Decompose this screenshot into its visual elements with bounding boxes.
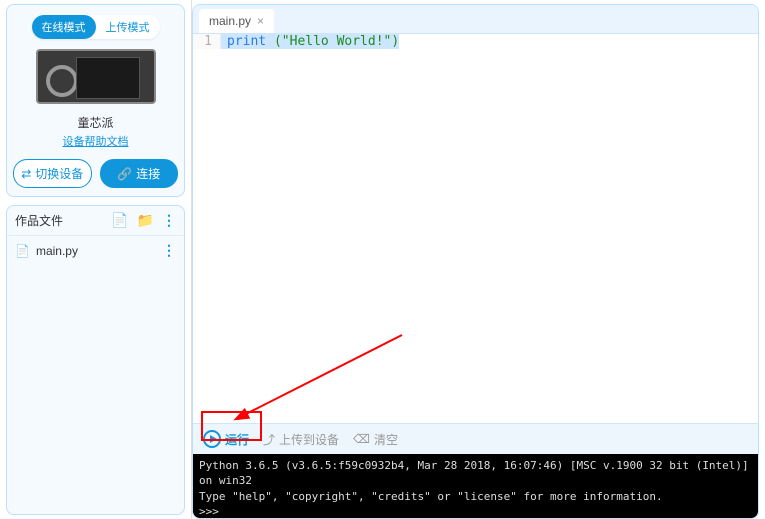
code-line-1: print ("Hello World!") (221, 34, 399, 49)
files-header: 作品文件 📄 📁 ⋮ (7, 206, 184, 236)
terminal-prompt: >>> (199, 504, 752, 518)
main-area: main.py × 1 print ("Hello World!") 运行 ⤴ … (192, 4, 759, 519)
terminal-line: Python 3.6.5 (v3.6.5:f59c0932b4, Mar 28 … (199, 458, 752, 489)
files-title: 作品文件 (15, 212, 111, 229)
mode-online-button[interactable]: 在线模式 (32, 15, 96, 39)
switch-device-button[interactable]: ⇄ 切换设备 (13, 159, 92, 188)
clear-label: 清空 (374, 431, 398, 448)
tab-bar: main.py × (193, 5, 758, 34)
file-more-icon[interactable]: ⋮ (162, 242, 176, 259)
run-button[interactable]: 运行 (203, 430, 249, 448)
new-file-icon[interactable]: 📄 (111, 212, 128, 229)
mode-upload-button[interactable]: 上传模式 (96, 15, 160, 39)
line-number: 1 (193, 34, 221, 49)
switch-device-label: 切换设备 (35, 165, 83, 182)
terminal-output[interactable]: Python 3.6.5 (v3.6.5:f59c0932b4, Mar 28 … (193, 454, 758, 518)
clear-button[interactable]: ⌫ 清空 (353, 431, 398, 448)
link-icon: 🔗 (117, 167, 132, 181)
action-bar: 运行 ⤴ 上传到设备 ⌫ 清空 (193, 423, 758, 454)
tab-close-icon[interactable]: × (257, 14, 264, 28)
file-name: main.py (36, 244, 162, 258)
connect-label: 连接 (136, 165, 160, 182)
code-editor[interactable]: 1 print ("Hello World!") (193, 34, 758, 423)
python-file-icon: 📄 (15, 244, 30, 258)
upload-icon: ⤴ (263, 431, 275, 448)
device-panel: 在线模式 上传模式 童芯派 设备帮助文档 ⇄ 切换设备 🔗 连接 (6, 4, 185, 197)
run-label: 运行 (225, 431, 249, 448)
device-image (36, 49, 156, 104)
clear-icon: ⌫ (353, 432, 370, 446)
play-icon (203, 430, 221, 448)
tab-label: main.py (209, 14, 251, 28)
upload-label: 上传到设备 (279, 431, 339, 448)
upload-to-device-button[interactable]: ⤴ 上传到设备 (263, 431, 339, 448)
file-item[interactable]: 📄 main.py ⋮ (7, 236, 184, 265)
files-panel: 作品文件 📄 📁 ⋮ 📄 main.py ⋮ (6, 205, 185, 515)
sidebar: 在线模式 上传模式 童芯派 设备帮助文档 ⇄ 切换设备 🔗 连接 作品文件 (0, 0, 192, 519)
mode-toggle: 在线模式 上传模式 (13, 15, 178, 39)
device-help-link[interactable]: 设备帮助文档 (13, 133, 178, 149)
files-more-icon[interactable]: ⋮ (162, 212, 176, 229)
terminal-line: Type "help", "copyright", "credits" or "… (199, 489, 752, 504)
swap-icon: ⇄ (21, 167, 31, 181)
device-name: 童芯派 (13, 114, 178, 131)
tab-main-py[interactable]: main.py × (199, 9, 274, 33)
connect-button[interactable]: 🔗 连接 (100, 159, 179, 188)
new-folder-icon[interactable]: 📁 (137, 212, 154, 229)
